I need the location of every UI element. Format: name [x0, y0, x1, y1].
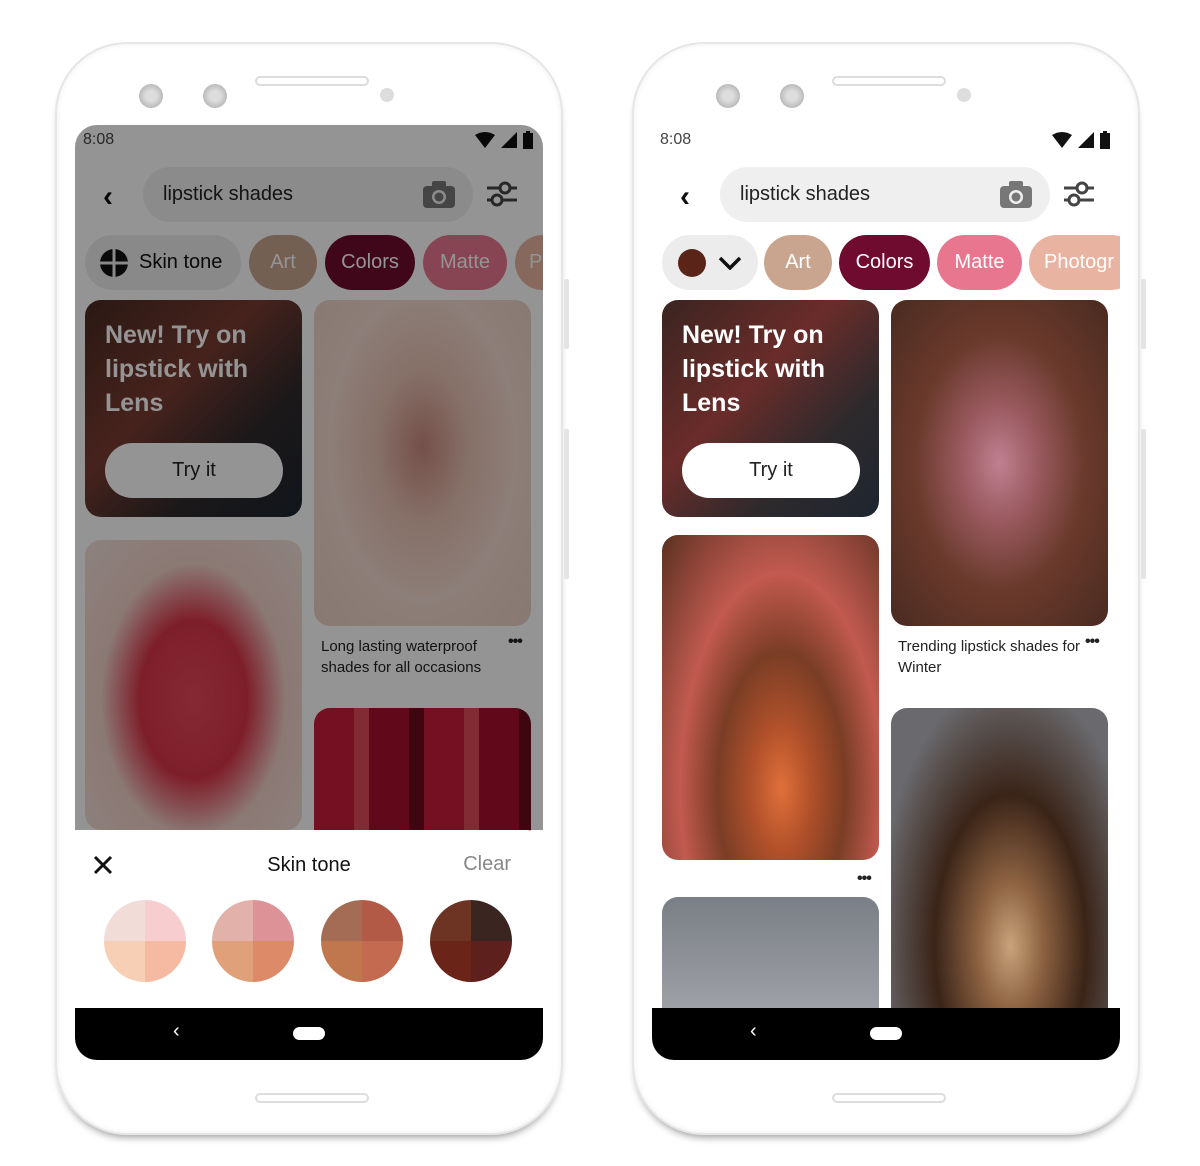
lens-promo-card[interactable]: New! Try on lipstick with Lens Try it	[662, 300, 879, 517]
volume-button	[564, 429, 569, 579]
back-button[interactable]: ‹	[680, 180, 690, 214]
skin-tone-quadrant	[471, 941, 512, 982]
skin-tone-option-1[interactable]	[104, 900, 186, 982]
search-value: lipstick shades	[740, 183, 871, 205]
signal-icon	[1078, 132, 1094, 148]
speaker	[832, 76, 946, 86]
skin-tone-quadrant	[104, 941, 145, 982]
chip-art[interactable]: Art	[764, 235, 832, 290]
chip-photography[interactable]: Photogr	[1029, 235, 1120, 290]
skin-tone-quadrant	[471, 900, 512, 941]
skin-tone-quadrant	[430, 900, 471, 941]
skin-tone-sheet: Skin tone Clear	[75, 830, 543, 1008]
more-options-icon[interactable]: •••	[1085, 633, 1100, 651]
skin-tone-quadrant	[104, 900, 145, 941]
screen: 8:08 ‹ lipstick shades Skin tone Art Col…	[75, 125, 543, 1060]
nav-home-icon[interactable]	[293, 1027, 325, 1040]
front-sensor	[203, 84, 227, 108]
skin-tone-quadrant	[430, 941, 471, 982]
search-input[interactable]: lipstick shades	[720, 167, 1050, 222]
bottom-speaker	[832, 1093, 946, 1103]
skin-tone-quadrant	[145, 941, 186, 982]
phone-left: 8:08 ‹ lipstick shades Skin tone Art Col…	[55, 42, 569, 1135]
power-button	[1141, 279, 1146, 349]
skin-tone-selector-chip[interactable]	[662, 235, 758, 290]
skin-tone-quadrant	[362, 941, 403, 982]
skin-tone-quadrant	[145, 900, 186, 941]
skin-tone-quadrant	[253, 900, 294, 941]
pin-image-gold-lips[interactable]	[891, 708, 1108, 1048]
clear-button[interactable]: Clear	[463, 853, 511, 876]
power-button	[564, 279, 569, 349]
screen: 8:08 ‹ lipstick shades Art Colors Matte …	[652, 125, 1120, 1060]
speaker	[255, 76, 369, 86]
pin-caption: Trending lipstick shades for Winter	[898, 638, 1081, 676]
phone-right: 8:08 ‹ lipstick shades Art Colors Matte …	[632, 42, 1146, 1135]
skin-tone-quadrant	[253, 941, 294, 982]
more-options-icon[interactable]: •••	[857, 870, 872, 888]
skin-tone-option-4[interactable]	[430, 900, 512, 982]
skin-tone-quadrant	[362, 900, 403, 941]
chip-colors[interactable]: Colors	[839, 235, 930, 290]
pin-image-mauve-lips[interactable]	[891, 300, 1108, 626]
nav-home-icon[interactable]	[870, 1027, 902, 1040]
skin-tone-option-2[interactable]	[212, 900, 294, 982]
front-camera	[139, 84, 163, 108]
skin-tone-quadrant	[321, 941, 362, 982]
nav-back-icon[interactable]: ‹	[750, 1020, 757, 1043]
chip-matte[interactable]: Matte	[937, 235, 1022, 290]
filter-icon[interactable]	[1064, 180, 1094, 208]
wifi-icon	[1052, 132, 1072, 148]
camera-icon[interactable]	[1000, 181, 1032, 208]
pin-image-orange-lips[interactable]	[662, 535, 879, 860]
system-nav-bar: ‹	[652, 1008, 1120, 1060]
selected-skin-tone-swatch	[678, 248, 706, 277]
proximity-sensor	[957, 88, 971, 102]
status-icons	[1052, 131, 1110, 149]
try-it-button[interactable]: Try it	[682, 443, 860, 498]
battery-icon	[1100, 131, 1110, 149]
skin-tone-quadrant	[321, 900, 362, 941]
volume-button	[1141, 429, 1146, 579]
skin-tone-option-3[interactable]	[321, 900, 403, 982]
front-sensor	[780, 84, 804, 108]
dim-overlay[interactable]	[75, 125, 543, 830]
chevron-down-icon	[718, 256, 742, 270]
skin-tone-quadrant	[212, 941, 253, 982]
status-time: 8:08	[660, 131, 692, 148]
skin-tone-quadrant	[212, 900, 253, 941]
nav-back-icon[interactable]: ‹	[173, 1020, 180, 1043]
proximity-sensor	[380, 88, 394, 102]
bottom-speaker	[255, 1093, 369, 1103]
system-nav-bar: ‹	[75, 1008, 543, 1060]
lens-promo-title: New! Try on lipstick with Lens	[682, 321, 826, 417]
front-camera	[716, 84, 740, 108]
